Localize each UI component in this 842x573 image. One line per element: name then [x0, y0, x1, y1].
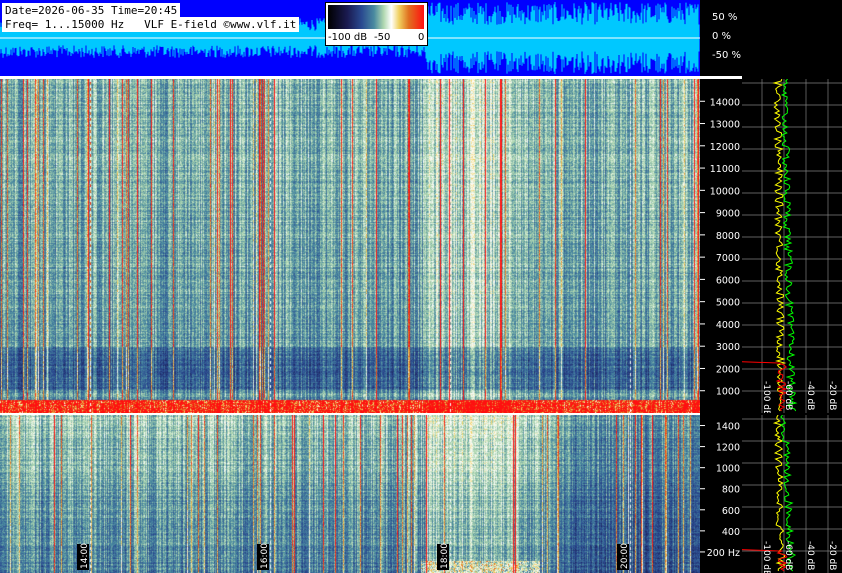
colorbar: -100 dB -50 0 — [325, 2, 428, 46]
colorbar-gradient — [328, 5, 424, 29]
pct-tick-minus-50: -50 % — [712, 50, 741, 61]
colorbar-label-min: -100 dB — [328, 32, 368, 43]
freq-tick-label: 5000 — [716, 298, 740, 309]
spectrum-profile-low: -100 dB -60 dB -40 dB -20 dB — [742, 415, 842, 573]
freq-tick-label: 12000 — [710, 142, 740, 153]
freq-tick-label: 1000 — [716, 464, 740, 475]
freq-tick-label: 13000 — [710, 120, 740, 131]
colorbar-label-max: 0 — [418, 32, 425, 43]
colorbar-label-mid: -50 — [374, 32, 391, 43]
freq-tick-label: 1000 — [716, 387, 740, 398]
spectrogram-high-band — [0, 79, 700, 413]
time-tick-label: 20:00 — [620, 543, 630, 569]
freq-tick-label: 400 — [722, 527, 740, 538]
freq-tick-label: 14000 — [710, 97, 740, 108]
profile-db-label: -60 dB — [783, 381, 793, 410]
pct-tick-0: 0 % — [712, 31, 731, 42]
time-axis: 14:00 16:00 18:00 20:00 — [77, 543, 630, 570]
profile-background — [742, 79, 842, 413]
freq-tick-label: 2000 — [716, 364, 740, 375]
time-tick: 16:00 — [257, 543, 270, 570]
frequency-axis-high: 1000 2000 3000 4000 5000 6000 7000 8000 9000 1000… — [700, 97, 740, 398]
freq-tick-label: 200 Hz — [707, 548, 740, 559]
time-tick-label: 18:00 — [440, 543, 450, 569]
profile-db-label: -20 dB — [827, 541, 837, 570]
profile-db-label: -100 dB — [761, 381, 771, 413]
profile-db-label: -40 dB — [805, 381, 815, 410]
profile-db-label: -60 dB — [783, 541, 793, 570]
profile-db-label: -40 dB — [805, 541, 815, 570]
freq-tick-label: 6000 — [716, 275, 740, 286]
profile-db-label: -20 dB — [827, 381, 837, 410]
frequency-axis-low: 200 Hz 400 600 800 1000 1200 1400 — [700, 422, 740, 559]
freq-tick-label: 8000 — [716, 231, 740, 242]
time-tick: 18:00 — [437, 543, 450, 570]
time-tick: 14:00 — [77, 543, 90, 570]
time-tick-label: 14:00 — [80, 543, 90, 569]
freq-tick-label: 4000 — [716, 320, 740, 331]
freq-tick-label: 1200 — [716, 443, 740, 454]
frequency-info-label: Freq= 1...15000 Hz VLF E-field ©www.vlf.… — [2, 17, 300, 32]
freq-tick-label: 600 — [722, 506, 740, 517]
profile-db-label: -100 dB — [761, 541, 771, 573]
freq-tick-label: 9000 — [716, 209, 740, 220]
freq-tick-label: 3000 — [716, 342, 740, 353]
freq-tick-label: 7000 — [716, 253, 740, 264]
date-time-label: Date=2026-06-35 Time=20:45 — [2, 3, 181, 18]
spectrum-profile-high: -100 dB -60 dB -40 dB -20 dB — [742, 79, 842, 413]
freq-tick-label: 11000 — [710, 164, 740, 175]
pct-tick-50: 50 % — [712, 12, 737, 23]
waveform-percent-axis: 50 % 0 % -50 % — [712, 12, 741, 61]
freq-tick-label: 1400 — [716, 422, 740, 433]
freq-tick-label: 10000 — [710, 186, 740, 197]
freq-tick-label: 800 — [722, 485, 740, 496]
time-tick-label: 16:00 — [260, 543, 270, 569]
time-tick: 20:00 — [617, 543, 630, 570]
